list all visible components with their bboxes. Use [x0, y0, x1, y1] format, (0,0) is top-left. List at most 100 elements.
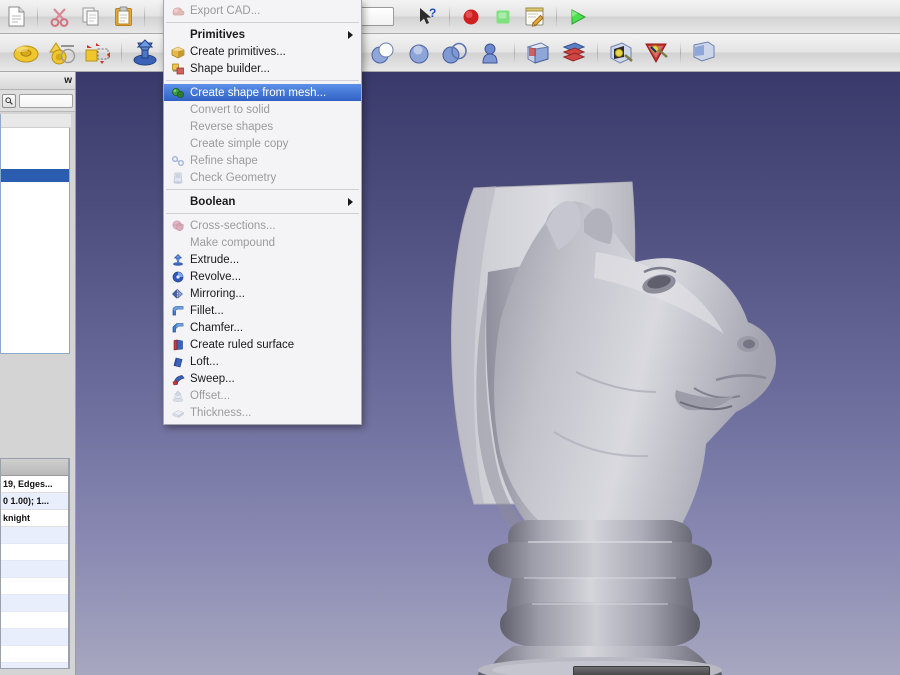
filter-icon — [5, 96, 13, 105]
toolbar-separator — [37, 5, 38, 28]
submenu-arrow-icon — [348, 197, 353, 206]
tree-item[interactable] — [1, 195, 69, 208]
menu-item-label: Export CAD... — [190, 4, 261, 17]
menu-item-boolean[interactable]: Boolean — [164, 193, 361, 210]
menu-item-label: Offset... — [190, 389, 231, 402]
macro-execute-icon[interactable] — [563, 4, 593, 30]
property-row[interactable]: knight — [1, 510, 68, 527]
property-row[interactable]: 0 1.00); 1... — [1, 493, 68, 510]
offset-icon — [170, 388, 185, 403]
document-icon[interactable] — [1, 4, 31, 30]
copy-icon[interactable] — [76, 4, 106, 30]
menu-separator — [166, 213, 359, 214]
menu-item-fillet[interactable]: Fillet... — [164, 302, 361, 319]
boolean-op-icon[interactable] — [474, 37, 508, 69]
menu-item-mirroring[interactable]: Mirroring... — [164, 285, 361, 302]
menu-item-loft[interactable]: Loft... — [164, 353, 361, 370]
menu-item-make-compound: Make compound — [164, 234, 361, 251]
property-row-empty[interactable] — [1, 629, 68, 646]
property-row-empty[interactable] — [1, 578, 68, 595]
model-tree-panel[interactable] — [0, 114, 71, 354]
property-row-empty[interactable] — [1, 561, 68, 578]
tree-item[interactable] — [1, 143, 69, 156]
menu-item-sweep[interactable]: Sweep... — [164, 370, 361, 387]
extrude-icon — [170, 252, 185, 267]
menu-item-extrude[interactable]: Extrude... — [164, 251, 361, 268]
tree-item[interactable] — [1, 182, 69, 195]
menu-separator — [166, 80, 359, 81]
tree-item[interactable] — [1, 130, 69, 143]
mirroring-icon — [170, 286, 185, 301]
menu-separator — [166, 189, 359, 190]
tree-item[interactable] — [1, 156, 69, 169]
menu-item-label: Extrude... — [190, 253, 240, 266]
macro-record-icon[interactable] — [456, 4, 486, 30]
menu-item-cross-sections: Cross-sections... — [164, 217, 361, 234]
property-row-empty[interactable] — [1, 612, 68, 629]
viewport-bottom-widget[interactable] — [573, 666, 710, 675]
menu-item-revolve[interactable]: Revolve... — [164, 268, 361, 285]
toolbar-separator — [121, 41, 122, 64]
menu-item-label: Reverse shapes — [190, 120, 274, 133]
menu-item-label: Refine shape — [190, 154, 258, 167]
menu-item-label: Mirroring... — [190, 287, 245, 300]
menu-item-create-simple-copy: Create simple copy — [164, 135, 361, 152]
toolbar-separator — [556, 5, 557, 28]
extrude-icon[interactable] — [128, 37, 162, 69]
transform-icon[interactable] — [81, 37, 115, 69]
menu-item-export-cad: Export CAD... — [164, 2, 361, 19]
menu-item-primitives[interactable]: Primitives — [164, 26, 361, 43]
property-row-empty[interactable] — [1, 595, 68, 612]
menu-item-create-ruled-surface[interactable]: Create ruled surface — [164, 336, 361, 353]
whats-this-help-icon[interactable]: ? — [413, 4, 443, 30]
property-panel[interactable]: 19, Edges... 0 1.00); 1... knight — [0, 458, 70, 669]
menu-item-label: Create primitives... — [190, 45, 286, 58]
shape-builder-icon[interactable] — [45, 37, 79, 69]
property-row-empty[interactable] — [1, 646, 68, 663]
property-row-empty[interactable] — [1, 663, 68, 668]
boolean-common-icon[interactable] — [402, 37, 436, 69]
mesh-evaluate-icon[interactable] — [604, 37, 638, 69]
menu-item-chamfer[interactable]: Chamfer... — [164, 319, 361, 336]
property-row-empty[interactable] — [1, 527, 68, 544]
refine-shape-icon — [170, 153, 185, 168]
mesh-flip-normals-icon[interactable] — [640, 37, 674, 69]
paste-icon[interactable] — [108, 4, 138, 30]
macro-stop-icon[interactable] — [488, 4, 518, 30]
menu-item-thickness: Thickness... — [164, 404, 361, 421]
sidebar-search-bar[interactable] — [0, 90, 75, 112]
menu-item-convert-to-solid: Convert to solid — [164, 101, 361, 118]
loft-icon — [170, 354, 185, 369]
sidebar-filter-button[interactable] — [2, 93, 16, 108]
create-primitives-icon — [170, 44, 185, 59]
toolbar-separator — [449, 5, 450, 28]
search-input[interactable] — [19, 93, 73, 108]
property-row-empty[interactable] — [1, 544, 68, 561]
menu-item-create-shape-from-mesh[interactable]: Create shape from mesh... — [164, 84, 361, 101]
create-shape-from-mesh-icon — [170, 85, 185, 100]
mesh-extra-icon[interactable] — [687, 37, 721, 69]
menu-item-shape-builder[interactable]: Shape builder... — [164, 60, 361, 77]
toolbar-row-2 — [0, 34, 900, 72]
boolean-section-icon[interactable] — [438, 37, 472, 69]
mesh-box-icon[interactable] — [521, 37, 555, 69]
cut-icon[interactable] — [44, 4, 74, 30]
toolbar-separator — [144, 5, 145, 28]
menu-item-create-primitives[interactable]: Create primitives... — [164, 43, 361, 60]
menu-item-refine-shape: Refine shape — [164, 152, 361, 169]
toolbar-separator — [680, 41, 681, 64]
toolbar-separator — [514, 41, 515, 64]
property-row[interactable]: 19, Edges... — [1, 476, 68, 493]
sidebar-panel-title: w — [0, 72, 75, 90]
menu-item-check-geometry: Check Geometry — [164, 169, 361, 186]
ruled-surface-icon — [170, 337, 185, 352]
macro-edit-icon[interactable] — [520, 4, 550, 30]
tree-header-strip — [1, 114, 71, 128]
part-menu[interactable]: Export CAD... Primitives Create primitives… — [163, 0, 362, 425]
check-geometry-icon — [170, 170, 185, 185]
torus-icon[interactable] — [9, 37, 43, 69]
menu-separator — [166, 22, 359, 23]
tree-item-selected[interactable] — [1, 169, 69, 182]
mesh-layers-icon[interactable] — [557, 37, 591, 69]
boolean-cut-icon[interactable] — [366, 37, 400, 69]
